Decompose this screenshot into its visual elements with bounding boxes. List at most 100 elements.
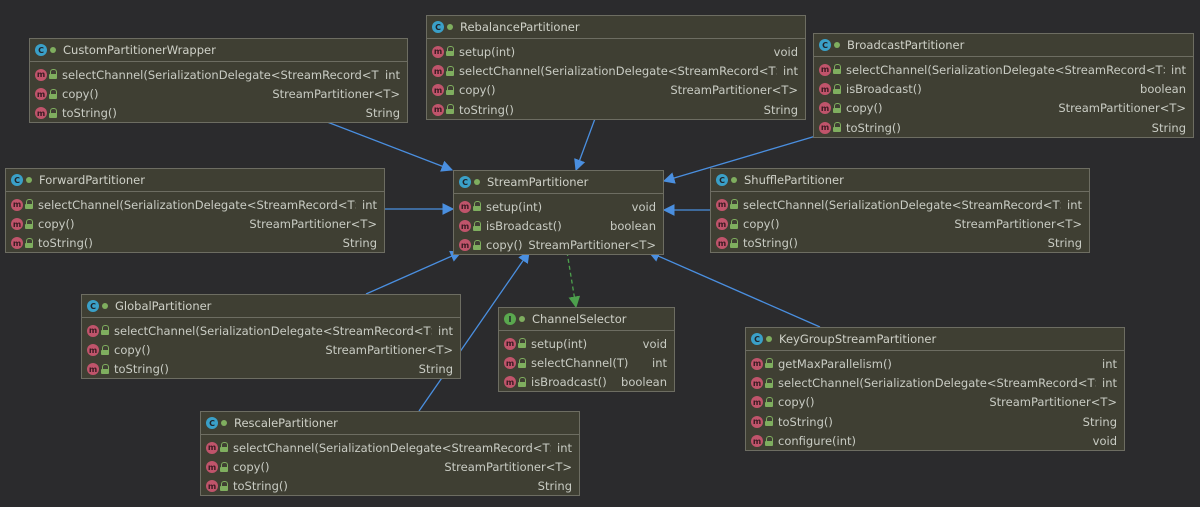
member-signature: selectChannel(SerializationDelegate<Stre… <box>233 440 551 455</box>
lock-icon <box>25 199 34 210</box>
member-row[interactable]: m setup(int) void <box>427 42 805 61</box>
class-header[interactable]: C KeyGroupStreamPartitioner <box>746 328 1124 351</box>
class-box-shuffle[interactable]: C ShufflePartitioner m selectChannel(Serial… <box>710 168 1090 254</box>
class-header[interactable]: I ChannelSelector <box>499 308 674 331</box>
method-icon: m <box>87 324 99 337</box>
member-signature: copy() <box>114 343 151 358</box>
member-row[interactable]: m selectChannel(SerializationDelegate<Str… <box>711 195 1089 214</box>
member-row[interactable]: m selectChannel(SerializationDelegate<Str… <box>201 438 579 457</box>
class-header[interactable]: C CustomPartitionerWrapper <box>30 39 407 62</box>
member-row[interactable]: m copy() StreamPartitioner<T> <box>814 99 1193 118</box>
member-row[interactable]: m toString() String <box>746 412 1124 431</box>
class-header[interactable]: C ShufflePartitioner <box>711 169 1089 192</box>
member-return-type: StreamPartitioner<T> <box>954 217 1082 232</box>
method-icon: m <box>751 357 763 370</box>
class-box-stream[interactable]: C StreamPartitioner m setup(int) void m isBroa… <box>453 170 664 256</box>
lock-icon <box>473 201 482 212</box>
lock-icon <box>49 107 58 119</box>
member-return-type: String <box>365 106 400 121</box>
visibility-icon <box>446 22 454 33</box>
member-return-type: int <box>1171 62 1186 77</box>
member-row[interactable]: m copy() StreamPartitioner<T> <box>30 84 407 103</box>
lock-icon <box>765 377 774 389</box>
member-row[interactable]: m toString() String <box>6 234 384 252</box>
member-row[interactable]: m toString() String <box>427 100 805 118</box>
member-row[interactable]: m setup(int) void <box>499 334 674 353</box>
class-header[interactable]: C RescalePartitioner <box>201 412 579 435</box>
extends-edge-rebalance <box>574 115 597 172</box>
member-row[interactable]: m toString() String <box>82 360 460 378</box>
lock-icon <box>765 358 774 369</box>
class-header[interactable]: C StreamPartitioner <box>454 171 663 194</box>
member-list: m setup(int) void m selectChannel(Serializat… <box>427 39 805 119</box>
member-row[interactable]: m isBroadcast() boolean <box>814 79 1193 98</box>
member-row[interactable]: m copy() StreamPartitioner<T> <box>427 81 805 100</box>
visibility-icon <box>473 177 481 188</box>
member-row[interactable]: m copy() StreamPartitioner<T> <box>82 340 460 359</box>
method-icon: m <box>432 65 444 78</box>
member-row[interactable]: m copy() StreamPartitioner<T> <box>6 214 384 233</box>
visibility-icon <box>220 418 228 429</box>
member-row[interactable]: m copy() StreamPartitioner<T> <box>201 457 579 476</box>
member-row[interactable]: m copy() StreamPartitioner<T> <box>454 236 663 254</box>
member-return-type: StreamPartitioner<T> <box>1058 101 1186 116</box>
class-header[interactable]: C BroadcastPartitioner <box>814 34 1193 57</box>
lock-icon <box>220 480 229 492</box>
member-row[interactable]: m selectChannel(SerializationDelegate<Str… <box>427 61 805 80</box>
member-signature: copy() <box>743 217 780 232</box>
member-return-type: int <box>1067 197 1082 212</box>
class-box-forward[interactable]: C ForwardPartitioner m selectChannel(Serial… <box>5 168 385 254</box>
method-icon: m <box>751 377 763 390</box>
method-icon: m <box>11 218 23 231</box>
visibility-icon <box>518 314 526 325</box>
member-row[interactable]: m selectChannel(SerializationDelegate<Str… <box>814 60 1193 79</box>
member-return-type: String <box>763 102 798 117</box>
implements-edge-stream <box>566 251 581 309</box>
class-header[interactable]: C ForwardPartitioner <box>6 169 384 192</box>
lock-icon <box>473 220 482 232</box>
member-row[interactable]: m toString() String <box>30 104 407 122</box>
class-box-global[interactable]: C GlobalPartitioner m selectChannel(Seriali… <box>81 294 461 380</box>
member-row[interactable]: m selectChannel(SerializationDelegate<Str… <box>82 321 460 340</box>
member-row[interactable]: m selectChannel(SerializationDelegate<Str… <box>6 195 384 214</box>
method-icon: m <box>459 239 471 252</box>
member-list: m selectChannel(SerializationDelegate<Str… <box>82 318 460 378</box>
member-signature: copy() <box>62 87 99 102</box>
class-header[interactable]: C RebalancePartitioner <box>427 16 805 39</box>
member-row[interactable]: m isBroadcast() boolean <box>454 216 663 235</box>
member-signature: setup(int) <box>459 44 516 59</box>
member-row[interactable]: m selectChannel(SerializationDelegate<Str… <box>746 373 1124 392</box>
member-return-type: int <box>362 197 377 212</box>
method-icon: m <box>819 121 831 134</box>
class-name: CustomPartitionerWrapper <box>63 43 216 57</box>
member-row[interactable]: m copy() StreamPartitioner<T> <box>746 393 1124 412</box>
lock-icon <box>833 83 842 95</box>
member-row[interactable]: m copy() StreamPartitioner<T> <box>711 214 1089 233</box>
member-return-type: void <box>642 336 667 351</box>
member-row[interactable]: m configure(int) void <box>746 432 1124 450</box>
lock-icon <box>101 344 110 356</box>
class-header[interactable]: C GlobalPartitioner <box>82 295 460 318</box>
member-row[interactable]: m setup(int) void <box>454 197 663 216</box>
class-box-keygroup[interactable]: C KeyGroupStreamPartitioner m getMaxParalle… <box>745 327 1125 451</box>
member-row[interactable]: m toString() String <box>711 234 1089 252</box>
member-row[interactable]: m toString() String <box>201 477 579 495</box>
class-box-rebalance[interactable]: C RebalancePartitioner m setup(int) void m sel… <box>426 15 806 120</box>
class-name: KeyGroupStreamPartitioner <box>779 332 937 346</box>
lock-icon <box>730 237 739 249</box>
interface-icon: I <box>504 313 516 325</box>
member-return-type: void <box>773 44 798 59</box>
member-return-type: boolean <box>621 375 667 390</box>
member-row[interactable]: m toString() String <box>814 118 1193 136</box>
class-box-broadcast[interactable]: C BroadcastPartitioner m selectChannel(Seri… <box>813 33 1194 138</box>
member-row[interactable]: m getMaxParallelism() int <box>746 354 1124 373</box>
class-box-selector[interactable]: I ChannelSelector m setup(int) void m selectCh… <box>498 307 675 393</box>
member-row[interactable]: m isBroadcast() boolean <box>499 373 674 391</box>
member-row[interactable]: m selectChannel(T) int <box>499 353 674 372</box>
class-box-custom[interactable]: C CustomPartitionerWrapper m selectChannel(… <box>29 38 408 124</box>
class-box-rescale[interactable]: C RescalePartitioner m selectChannel(Serial… <box>200 411 580 497</box>
member-row[interactable]: m selectChannel(SerializationDelegate<Str… <box>30 65 407 84</box>
member-list: m selectChannel(SerializationDelegate<Str… <box>30 62 407 122</box>
method-icon: m <box>716 218 728 231</box>
member-return-type: String <box>537 479 572 494</box>
